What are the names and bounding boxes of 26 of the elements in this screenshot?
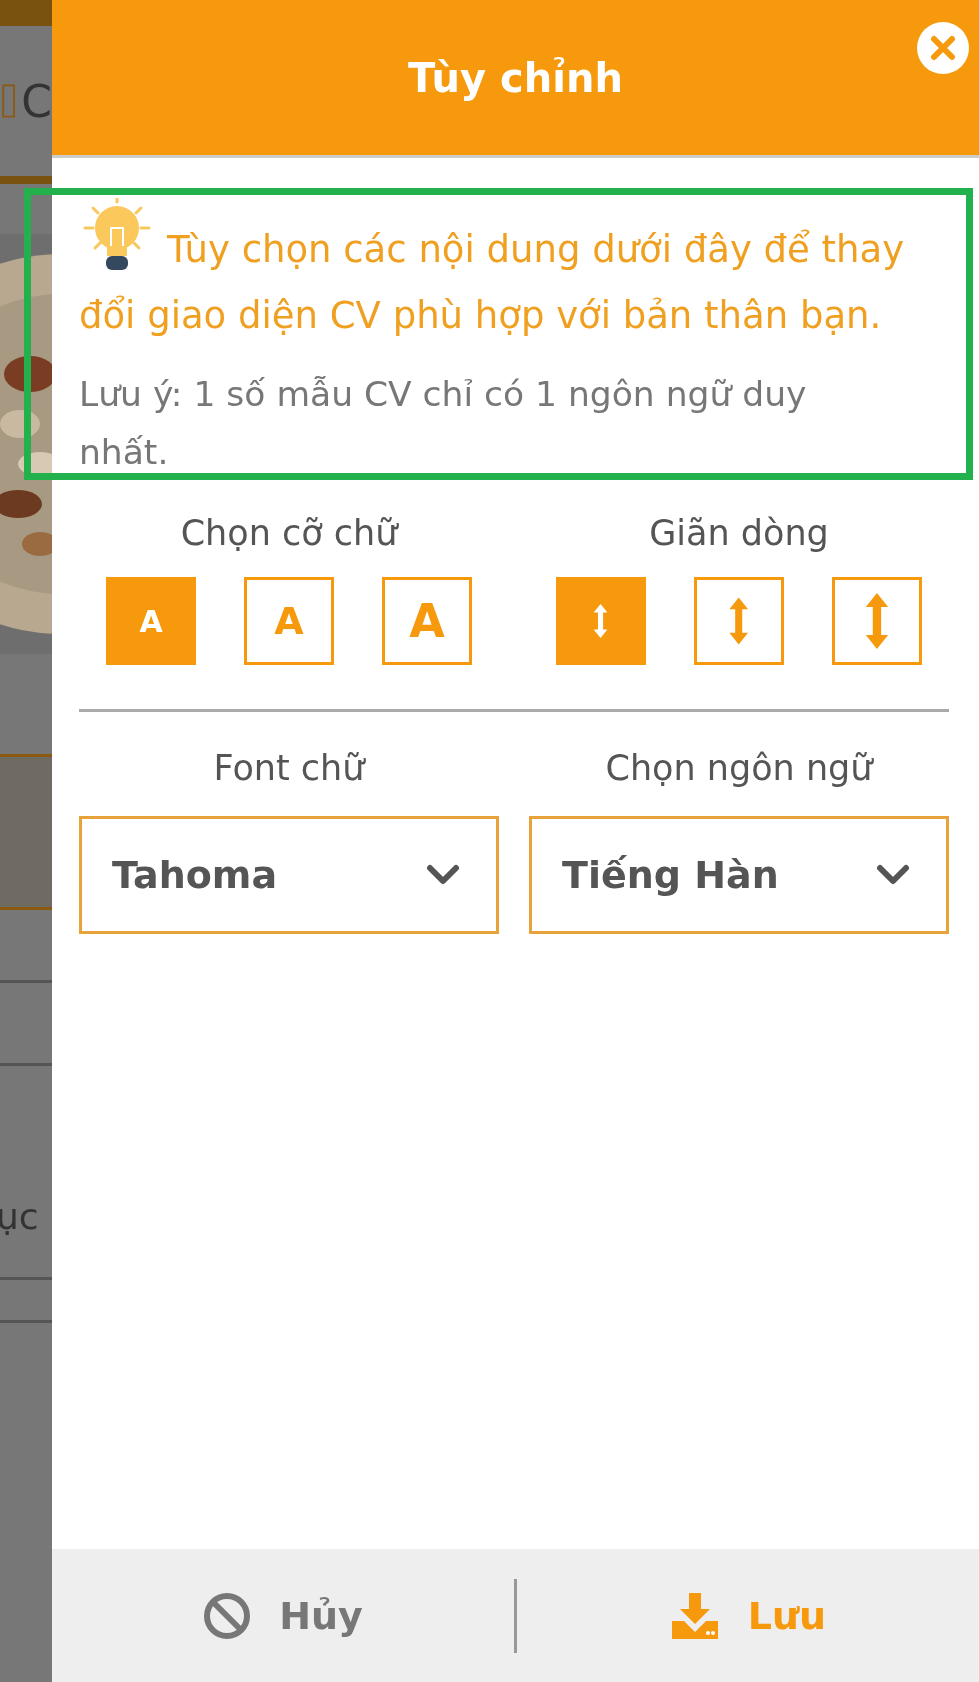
- line-spacing-label: Giãn dòng: [649, 512, 829, 555]
- save-button[interactable]: Lưu: [663, 1584, 833, 1647]
- font-select[interactable]: Tahoma: [79, 816, 499, 934]
- font-size-option[interactable]: A: [382, 577, 472, 665]
- font-size-option[interactable]: A: [106, 577, 196, 665]
- chevron-down-icon: [876, 864, 910, 886]
- chevron-down-icon: [426, 864, 460, 886]
- tip-text: Tùy chọn các nội dung dưới đây để thay đổi giao diện CV phù hợp với bản thân bạn.: [79, 198, 949, 349]
- close-icon: [930, 35, 956, 61]
- font-size-label: Chọn cỡ chữ: [180, 512, 398, 555]
- background-header-bar: [0, 0, 52, 26]
- close-button[interactable]: [917, 22, 969, 74]
- language-select[interactable]: Tiếng Hàn: [529, 816, 949, 934]
- prohibited-icon: [203, 1591, 252, 1640]
- font-label: Font chữ: [213, 747, 365, 790]
- download-icon: [669, 1590, 720, 1641]
- heading-fragment: C: [21, 75, 52, 127]
- line-spacing-option[interactable]: [694, 577, 784, 665]
- dialog-title: Tùy chỉnh: [408, 54, 623, 101]
- note-text: Lưu ý: 1 số mẫu CV chỉ có 1 ngôn ngữ duy nhất.: [79, 373, 808, 474]
- vertical-arrows-icon: [592, 602, 610, 640]
- line-spacing-option[interactable]: [832, 577, 922, 665]
- language-label: Chọn ngôn ngữ: [605, 747, 873, 790]
- cancel-button[interactable]: Hủy: [197, 1585, 369, 1646]
- font-size-option[interactable]: A: [244, 577, 334, 665]
- line-spacing-option[interactable]: [556, 577, 646, 665]
